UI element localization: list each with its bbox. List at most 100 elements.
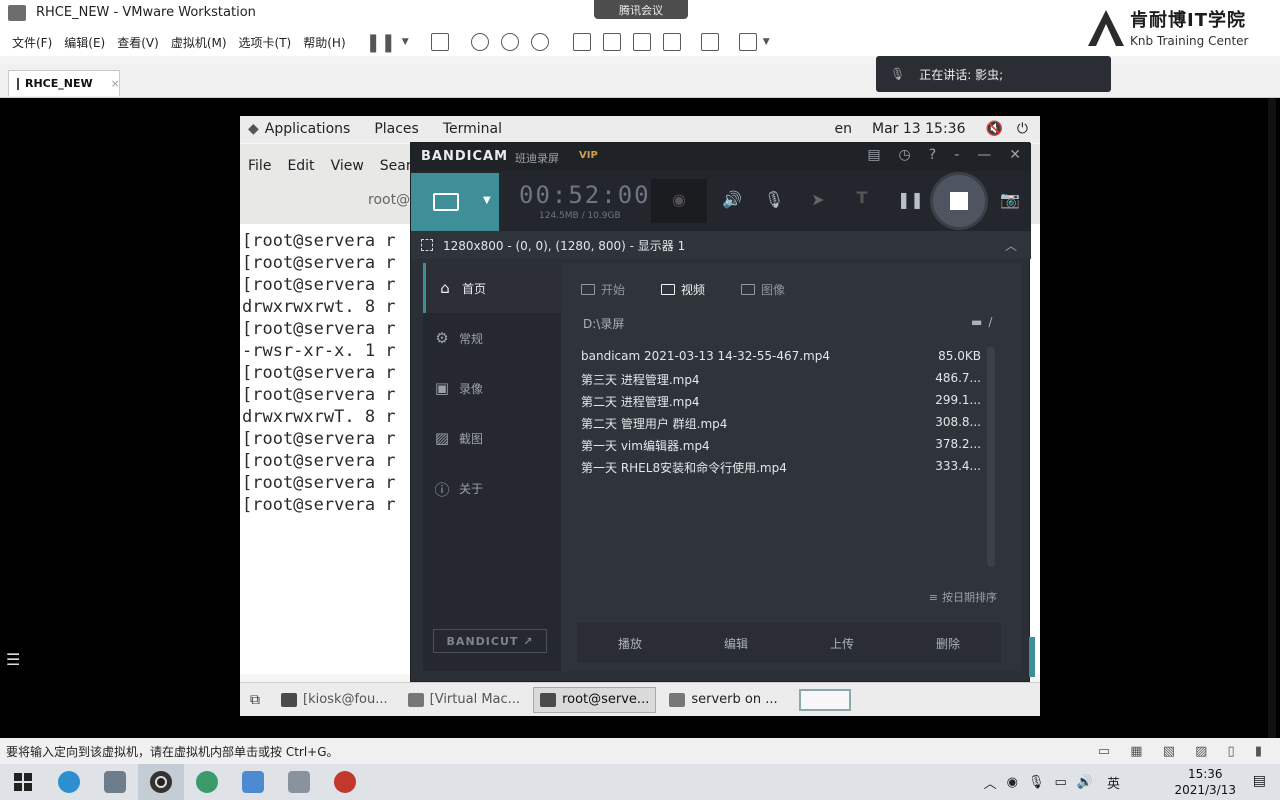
screen-mode-button[interactable]: ▼ [411,173,499,231]
delete-button[interactable]: 删除 [936,635,960,652]
unity-icon[interactable] [662,33,681,51]
mouse-cursor-icon[interactable]: ➤ [807,190,829,212]
power-icon[interactable]: ⏻ [1017,121,1028,137]
terminal-menu-edit[interactable]: Edit [287,158,314,174]
list-item[interactable]: bandicam 2021-03-13 14-32-55-467.mp4 85.0… [581,349,981,371]
show-desktop-icon[interactable]: ⧉ [250,692,260,708]
menu-lines-icon[interactable]: ☰ [6,650,20,669]
workspace-switcher[interactable] [798,688,851,711]
terminal-menu-file[interactable]: File [248,158,271,174]
terminal-icon[interactable] [700,33,719,51]
microphone-icon[interactable]: 🎙 [763,190,785,212]
stretch-icon[interactable] [738,33,757,51]
volume-icon[interactable]: 🔇 [985,121,1002,137]
task-virtual-machine[interactable]: [Virtual Mac... [401,687,527,713]
start-button[interactable] [0,764,46,800]
list-item[interactable]: 第二天 管理用户 群组.mp4 308.8... [581,415,981,437]
terminal-app-menu[interactable]: Terminal [443,121,502,137]
pause-icon[interactable]: ❚❚ [366,32,396,53]
volume-icon[interactable]: 🔊 [1077,775,1093,790]
vmware-app[interactable] [276,764,322,800]
nav-screenshot[interactable]: ▨ 截图 [423,413,561,463]
console-view-icon[interactable] [602,33,621,51]
places-menu[interactable]: Places [374,121,419,137]
menu-help[interactable]: 帮助(H) [303,34,345,51]
pause-dropdown-icon[interactable]: ▼ [402,37,409,47]
text-overlay-icon[interactable]: T [851,188,873,210]
language-indicator[interactable]: en [835,121,853,137]
app-7[interactable] [322,764,368,800]
device-status-icons[interactable]: ▭ ▦ ▧ ▨ ▯ ▮ [1098,744,1270,759]
sort-by-date-button[interactable]: ≡ 按日期排序 [929,589,997,605]
vm-scrollbar[interactable] [1268,98,1276,738]
network-icon[interactable]: ▭ [1055,775,1067,790]
send-keys-icon[interactable] [430,33,449,51]
ime-indicator[interactable]: 英 [1107,773,1120,792]
upload-button[interactable]: 上传 [830,635,854,652]
library-icon[interactable] [572,33,591,51]
edge-app[interactable] [46,764,92,800]
task-root-servera[interactable]: root@serve... [533,686,657,713]
menu-tabs[interactable]: 选项卡(T) [239,34,292,51]
nav-general[interactable]: ⚙ 常规 [423,313,561,363]
app-5[interactable] [230,764,276,800]
minimize-icon[interactable]: — [977,147,991,163]
bandicut-button[interactable]: BANDICUT ↗ [433,629,547,653]
tab-image[interactable]: 图像 [741,281,785,298]
tab-start[interactable]: 开始 [581,281,625,298]
stop-record-button[interactable] [933,175,985,227]
clock-icon[interactable]: ◷ [899,147,911,163]
revert-snapshot-icon[interactable] [500,33,519,51]
snapshot-icon[interactable] [470,33,489,51]
close-icon[interactable]: ✕ [1009,147,1021,163]
screenshot-camera-icon[interactable]: 📷 [999,190,1021,212]
tab-rhce-new[interactable]: RHCE_NEW × [8,70,120,96]
taskbar-clock[interactable]: 15:36 2021/3/13 [1174,766,1236,798]
vip-badge[interactable]: VIP [579,150,598,161]
list-item[interactable]: 第二天 进程管理.mp4 299.1... [581,393,981,415]
pause-icon[interactable]: ❚❚ [897,190,924,212]
record-icon[interactable]: ◉ [1007,775,1018,790]
capture-region-bar[interactable]: 1280x800 - (0, 0), (1280, 800) - 显示器 1 ︿ [411,231,1031,259]
folder-icon[interactable]: ▤ [867,147,880,163]
menu-edit[interactable]: 编辑(E) [64,34,105,51]
menu-view[interactable]: 查看(V) [117,34,159,51]
nav-video[interactable]: ▣ 录像 [423,363,561,413]
list-item[interactable]: 第三天 进程管理.mp4 486.7... [581,371,981,393]
bandicam-scrollbar[interactable] [1029,637,1035,677]
help-icon[interactable]: ? [929,147,936,163]
terminal-menu-view[interactable]: View [331,158,364,174]
nav-home[interactable]: ⌂ 首页 [423,263,561,313]
tab-video[interactable]: 视频 [661,281,705,298]
app-4[interactable] [184,764,230,800]
speaker-icon[interactable]: 🔊 [721,190,743,212]
activities-icon[interactable]: ◆ [248,121,259,137]
list-item[interactable]: 第一天 vim编辑器.mp4 378.2... [581,437,981,459]
tab-close-icon[interactable]: × [111,77,120,90]
chevron-down-icon[interactable]: ▼ [483,195,491,206]
fullscreen-icon[interactable] [632,33,651,51]
edit-button[interactable]: 编辑 [724,635,748,652]
chevron-up-icon[interactable]: ︿ [1005,237,1017,254]
list-item[interactable]: 第一天 RHEL8安装和命令行使用.mp4 333.4... [581,459,981,481]
task-serverb[interactable]: serverb on ... [662,687,784,713]
app-2[interactable] [92,764,138,800]
applications-menu[interactable]: Applications [265,121,351,137]
microphone-icon[interactable]: 🎙 [1028,775,1045,790]
play-button[interactable]: 播放 [618,635,642,652]
menu-vm[interactable]: 虚拟机(M) [171,34,227,51]
app-3[interactable] [138,764,184,800]
meeting-chip[interactable]: 腾讯会议 [594,0,688,19]
stretch-dropdown-icon[interactable]: ▼ [763,37,770,47]
notifications-icon[interactable]: ▤ [1253,773,1266,789]
chevron-up-icon[interactable]: ︿ [984,773,997,792]
task-kiosk[interactable]: [kiosk@fou... [274,687,395,713]
collapse-icon[interactable]: ‐ [954,147,959,163]
webcam-overlay-button[interactable]: ◉ [651,179,707,223]
clock[interactable]: Mar 13 15:36 [872,121,965,137]
menu-file[interactable]: 文件(F) [12,34,52,51]
open-folder-button[interactable]: ▬ / [971,315,992,329]
snapshot-manager-icon[interactable] [530,33,549,51]
file-list-scrollbar[interactable] [987,347,995,567]
nav-about[interactable]: ⓘ 关于 [423,463,561,513]
